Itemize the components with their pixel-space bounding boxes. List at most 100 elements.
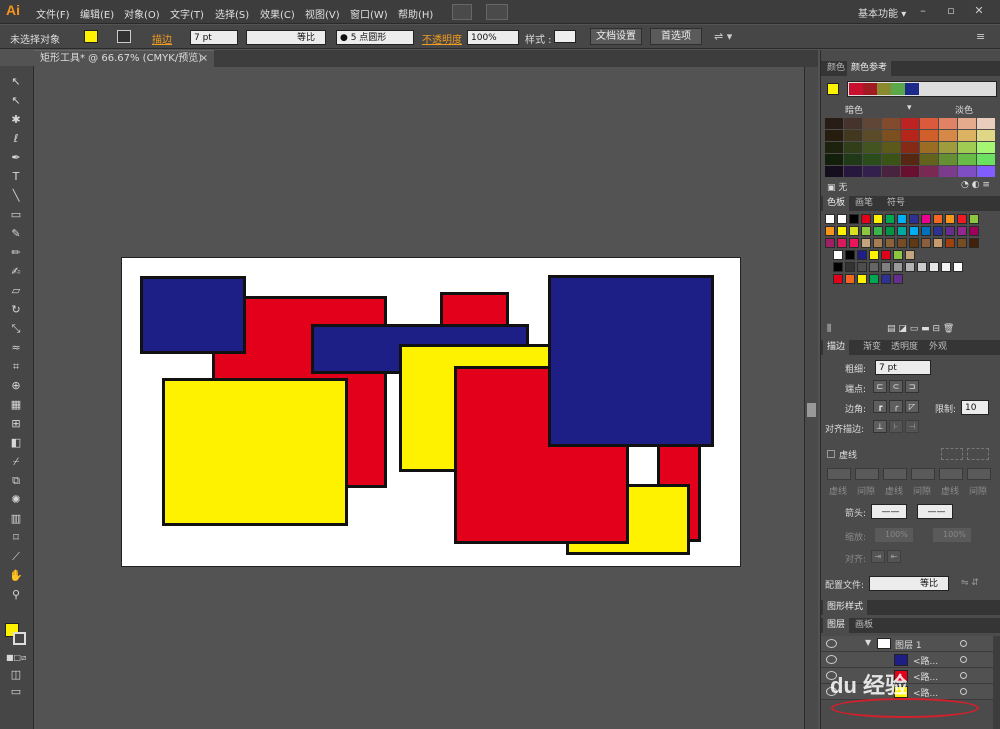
scale-tool-icon[interactable]: ⤡: [6, 320, 26, 337]
arrow-align-icon[interactable]: ⇤: [887, 550, 901, 563]
pencil-tool-icon[interactable]: ✏: [6, 244, 26, 261]
scroll-thumb[interactable]: [807, 403, 816, 417]
color-guide-swatch[interactable]: [977, 166, 995, 177]
magic-wand-tool-icon[interactable]: ✱: [6, 111, 26, 128]
target-icon[interactable]: [960, 656, 967, 663]
color-swatch[interactable]: [897, 238, 907, 248]
color-swatch[interactable]: [849, 214, 859, 224]
menu-help[interactable]: 帮助(H): [398, 6, 433, 21]
color-guide-swatch[interactable]: [958, 166, 976, 177]
color-guide-swatch[interactable]: [825, 130, 843, 141]
swatch-footer-icons[interactable]: ▤ ◪ ▭ ▬ ⊟ 🗑: [887, 324, 954, 334]
tab-layers[interactable]: 图层: [823, 618, 850, 633]
color-guide-footer-icons[interactable]: ◔ ◐ ≡: [961, 180, 990, 190]
color-guide-swatch[interactable]: [901, 130, 919, 141]
restore-icon[interactable]: ▫: [940, 3, 962, 19]
harmony-swatch[interactable]: [877, 83, 891, 95]
color-swatch[interactable]: [893, 274, 903, 284]
color-swatch[interactable]: [909, 214, 919, 224]
color-swatch[interactable]: [945, 226, 955, 236]
perspective-grid-tool-icon[interactable]: ▦: [6, 396, 26, 413]
color-swatch[interactable]: [833, 250, 843, 260]
color-guide-swatch[interactable]: [863, 118, 881, 129]
color-swatch[interactable]: [929, 262, 939, 272]
color-guide-swatch[interactable]: [920, 166, 938, 177]
opacity-field[interactable]: 100%: [467, 30, 519, 45]
sublayer-name[interactable]: <路...: [913, 686, 938, 699]
bridge-icon[interactable]: [452, 4, 472, 20]
color-swatch[interactable]: [905, 250, 915, 260]
color-swatch[interactable]: [825, 214, 835, 224]
color-guide-swatch[interactable]: [920, 154, 938, 165]
color-swatch[interactable]: [833, 262, 843, 272]
color-guide-swatch[interactable]: [825, 142, 843, 153]
color-guide-swatch[interactable]: [863, 142, 881, 153]
color-guide-swatch[interactable]: [844, 118, 862, 129]
projecting-cap-icon[interactable]: ⊐: [905, 380, 919, 393]
visibility-icon[interactable]: [826, 639, 837, 648]
color-swatch[interactable]: [909, 238, 919, 248]
shape-builder-tool-icon[interactable]: ⊕: [6, 377, 26, 394]
color-guide-swatch[interactable]: [939, 166, 957, 177]
tab-brushes[interactable]: 画笔: [851, 196, 877, 211]
opacity-label[interactable]: 不透明度: [422, 31, 462, 46]
color-guide-swatch[interactable]: [844, 166, 862, 177]
eyedropper-tool-icon[interactable]: ⌿: [6, 453, 26, 470]
color-swatch[interactable]: [881, 262, 891, 272]
color-swatch[interactable]: [897, 214, 907, 224]
tab-color-guide[interactable]: 颜色参考: [847, 61, 892, 76]
color-swatch[interactable]: [857, 250, 867, 260]
color-guide-swatch[interactable]: [901, 166, 919, 177]
style-swatch[interactable]: [554, 30, 576, 43]
color-swatch[interactable]: [845, 262, 855, 272]
start-scale-field[interactable]: 100%: [875, 528, 913, 542]
color-guide-swatch[interactable]: [920, 142, 938, 153]
target-icon[interactable]: [960, 640, 967, 647]
stroke-profile-dropdown[interactable]: 等比: [246, 30, 326, 45]
color-swatch[interactable]: [957, 226, 967, 236]
color-swatch[interactable]: [873, 214, 883, 224]
expand-icon[interactable]: ▼: [865, 638, 871, 647]
rectangle-tool-icon[interactable]: ▭: [6, 206, 26, 223]
menu-window[interactable]: 窗口(W): [350, 6, 388, 21]
hand-tool-icon[interactable]: ✋: [6, 567, 26, 584]
tab-stroke[interactable]: 描边: [823, 340, 850, 355]
mesh-tool-icon[interactable]: ⊞: [6, 415, 26, 432]
sublayer-name[interactable]: <路...: [913, 670, 938, 683]
sublayer-name[interactable]: <路...: [913, 654, 938, 667]
blob-brush-tool-icon[interactable]: ✍: [6, 263, 26, 280]
color-swatch[interactable]: [957, 214, 967, 224]
butt-cap-icon[interactable]: ⊏: [873, 380, 887, 393]
color-swatch[interactable]: [881, 250, 891, 260]
fill-swatch[interactable]: [84, 30, 98, 43]
color-swatch[interactable]: [893, 262, 903, 272]
arrange-icon[interactable]: ⇌ ▾: [714, 30, 732, 43]
color-guide-swatch[interactable]: [958, 130, 976, 141]
document-tab[interactable]: 矩形工具* @ 66.67% (CMYK/预览) ×: [34, 50, 214, 67]
color-swatch[interactable]: [837, 226, 847, 236]
color-swatch[interactable]: [969, 214, 979, 224]
end-arrow-dropdown[interactable]: ——: [917, 504, 953, 519]
visibility-icon[interactable]: [826, 655, 837, 664]
color-guide-swatch[interactable]: [939, 142, 957, 153]
tab-appearance[interactable]: 外观: [925, 340, 951, 355]
color-guide-swatch[interactable]: [901, 154, 919, 165]
color-guide-swatch[interactable]: [882, 166, 900, 177]
color-swatch[interactable]: [953, 262, 963, 272]
color-swatch[interactable]: [869, 250, 879, 260]
document-setup-button[interactable]: 文档设置: [590, 28, 642, 45]
gradient-tool-icon[interactable]: ◧: [6, 434, 26, 451]
color-swatch[interactable]: [869, 262, 879, 272]
slice-tool-icon[interactable]: ⟋: [6, 548, 26, 565]
color-swatch[interactable]: [869, 274, 879, 284]
color-swatch[interactable]: [825, 238, 835, 248]
limit-field[interactable]: 10: [961, 400, 989, 415]
color-swatch[interactable]: [833, 274, 843, 284]
color-swatch[interactable]: [957, 238, 967, 248]
direct-selection-tool-icon[interactable]: ↖: [6, 92, 26, 109]
color-guide-swatch[interactable]: [825, 154, 843, 165]
color-swatch[interactable]: [873, 238, 883, 248]
color-guide-swatch[interactable]: [863, 154, 881, 165]
color-swatch[interactable]: [861, 214, 871, 224]
blend-tool-icon[interactable]: ⧉: [6, 472, 26, 489]
